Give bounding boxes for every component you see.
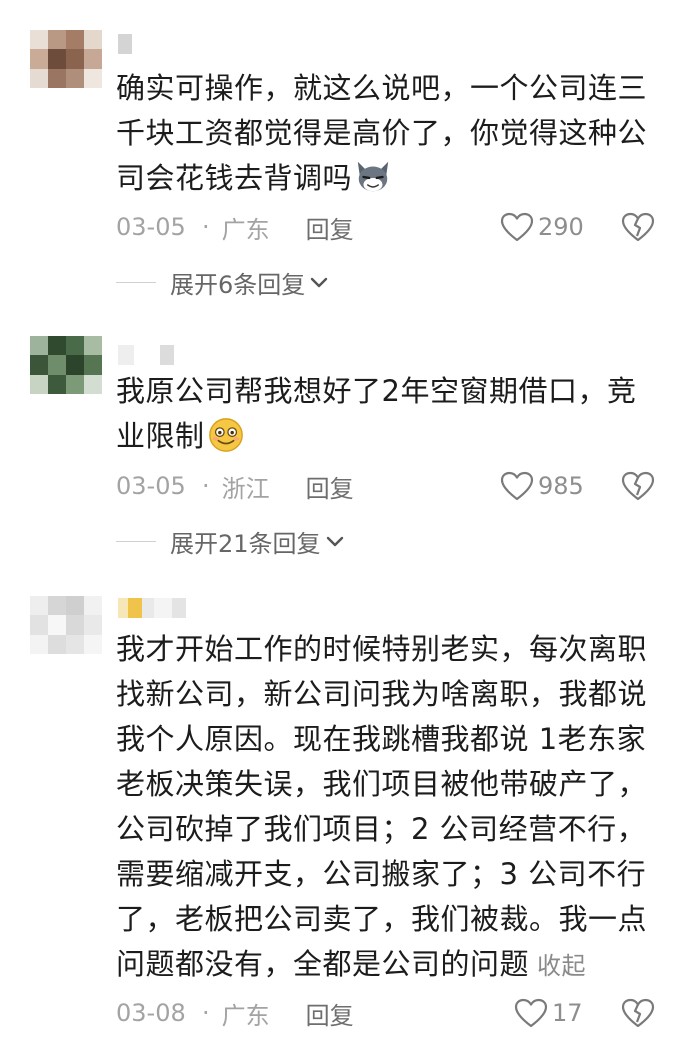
chevron-down-icon (326, 536, 343, 547)
comment-date: 03-08 (116, 999, 186, 1027)
dislike-button[interactable] (620, 466, 656, 506)
separator-dot: · (202, 213, 210, 241)
comment-text: 我原公司帮我想好了2年空窗期借口，竞业限制 (116, 374, 637, 453)
like-count: 985 (538, 472, 584, 500)
username-blurred[interactable] (118, 598, 186, 618)
comment-date: 03-05 (116, 472, 186, 500)
avatar[interactable] (30, 336, 102, 394)
expand-replies-button[interactable]: 展开6条回复 (116, 262, 329, 302)
collapse-button[interactable]: 收起 (537, 952, 586, 980)
heart-icon (514, 998, 548, 1028)
comment-text: 我才开始工作的时候特别老实，每次离职找新公司，新公司问我为啥离职，我都说我个人原… (116, 632, 648, 981)
comment-region: 广东 (221, 215, 270, 244)
comment-text: 确实可操作，就这么说吧，一个公司连三千块工资都觉得是高价了，你觉得这种公司会花钱… (116, 71, 648, 195)
comment-date: 03-05 (116, 213, 186, 241)
comment-region: 浙江 (221, 474, 270, 503)
broken-heart-icon (621, 998, 655, 1028)
separator-dot: · (202, 472, 210, 500)
like-count: 17 (552, 999, 583, 1027)
like-count: 290 (538, 213, 584, 241)
broken-heart-icon (621, 212, 655, 242)
comment-region: 广东 (221, 1001, 270, 1030)
expand-replies-label: 展开21条回复 (170, 529, 321, 558)
heart-icon (500, 471, 534, 501)
expand-replies-label: 展开6条回复 (170, 270, 306, 299)
separator-dot: · (202, 999, 210, 1027)
dislike-button[interactable] (620, 993, 656, 1033)
expand-replies-button[interactable]: 展开21条回复 (116, 521, 345, 561)
dislike-button[interactable] (620, 207, 656, 247)
avatar[interactable] (30, 596, 102, 654)
like-button[interactable]: 17 (514, 993, 583, 1033)
reply-button[interactable]: 回复 (306, 210, 354, 245)
avatar[interactable] (30, 30, 102, 88)
divider-line (116, 281, 156, 283)
heart-icon (500, 212, 534, 242)
like-button[interactable]: 290 (500, 207, 584, 247)
grin-emoji (208, 418, 243, 452)
username-blurred[interactable] (118, 34, 132, 54)
username-blurred[interactable] (118, 345, 174, 365)
reply-button[interactable]: 回复 (306, 469, 354, 504)
broken-heart-icon (621, 471, 655, 501)
reply-button[interactable]: 回复 (306, 996, 354, 1031)
like-button[interactable]: 985 (500, 466, 584, 506)
wolf-grin-emoji (357, 161, 389, 192)
divider-line (116, 540, 156, 542)
chevron-down-icon (311, 277, 328, 288)
